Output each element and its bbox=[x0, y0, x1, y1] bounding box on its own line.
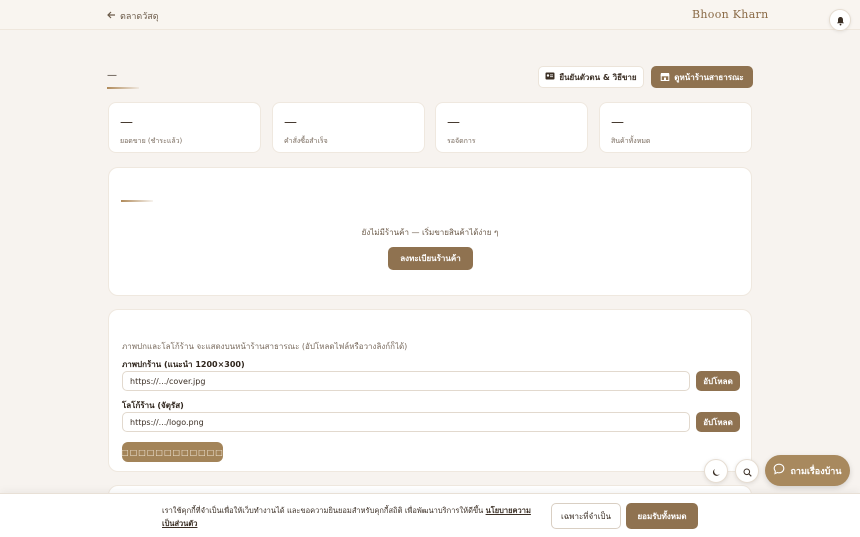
stat-value: — bbox=[447, 115, 460, 130]
stat-label: สินค้าทั้งหมด bbox=[611, 137, 651, 145]
register-shop-button[interactable]: ลงทะเบียนร้านค้า bbox=[388, 247, 473, 270]
stat-card-pending: — รอจัดการ bbox=[435, 102, 588, 153]
cover-label: ภาพปกร้าน (แนะนำ 1200×300) bbox=[122, 360, 245, 369]
section-underline bbox=[121, 200, 153, 202]
view-public-shop-label: ดูหน้าร้านสาธารณะ bbox=[674, 72, 744, 82]
ask-assistant-label: ถามเรื่องบ้าน bbox=[790, 466, 842, 477]
logo-url-input[interactable] bbox=[122, 412, 690, 432]
storefront-icon bbox=[660, 72, 670, 83]
empty-shop-card: ยังไม่มีร้านค้า — เริ่มขายสินค้าได้ง่าย … bbox=[108, 167, 752, 296]
brand-logo[interactable]: Bhoon Kharn bbox=[692, 8, 769, 21]
title-underline bbox=[107, 87, 139, 89]
cookie-text: เราใช้คุกกี้ที่จำเป็นเพื่อให้เว็บทำงานได… bbox=[162, 506, 484, 515]
empty-shop-message: ยังไม่มีร้านค้า — เริ่มขายสินค้าได้ง่าย … bbox=[361, 228, 499, 237]
search-button[interactable] bbox=[735, 459, 759, 483]
search-icon bbox=[743, 462, 752, 481]
stat-card-completed-orders: — คำสั่งซื้อสำเร็จ bbox=[272, 102, 425, 153]
verify-identity-button[interactable]: ยืนยันตัวตน & วิธีขาย bbox=[538, 66, 644, 88]
chat-bubble-icon bbox=[773, 463, 785, 478]
save-media-button[interactable]: □□□□□□□□□□□□ bbox=[121, 442, 223, 462]
moon-icon bbox=[712, 462, 721, 481]
stat-value: — bbox=[611, 115, 624, 130]
page-title: — bbox=[107, 70, 117, 81]
stat-label: คำสั่งซื้อสำเร็จ bbox=[284, 137, 328, 145]
dark-mode-toggle[interactable] bbox=[704, 459, 728, 483]
logo-label: โลโก้ร้าน (จัตุรัส) bbox=[122, 401, 184, 410]
accept-all-button[interactable]: ยอมรับทั้งหมด bbox=[626, 503, 698, 529]
view-public-shop-button[interactable]: ดูหน้าร้านสาธารณะ bbox=[651, 66, 753, 88]
stat-label: รอจัดการ bbox=[447, 137, 476, 145]
top-bar: ตลาดวัสดุ Bhoon Kharn bbox=[0, 0, 860, 30]
media-hint: ภาพปกและโลโก้ร้าน จะแสดงบนหน้าร้านสาธารณ… bbox=[122, 342, 408, 351]
ask-assistant-button[interactable]: ถามเรื่องบ้าน bbox=[765, 455, 850, 486]
upload-cover-button[interactable]: อัปโหลด bbox=[696, 371, 740, 391]
cookie-consent-bar: เราใช้คุกกี้ที่จำเป็นเพื่อให้เว็บทำงานได… bbox=[0, 493, 860, 537]
back-link-label: ตลาดวัสดุ bbox=[120, 12, 159, 22]
verify-identity-label: ยืนยันตัวตน & วิธีขาย bbox=[559, 72, 637, 82]
cover-url-input[interactable] bbox=[122, 371, 690, 391]
back-link[interactable]: ตลาดวัสดุ bbox=[107, 9, 159, 23]
notifications-button[interactable] bbox=[829, 9, 851, 31]
arrow-left-icon bbox=[107, 11, 116, 22]
stat-value: — bbox=[120, 115, 133, 130]
shop-media-card: ภาพปกและโลโก้ร้าน จะแสดงบนหน้าร้านสาธารณ… bbox=[108, 309, 752, 472]
id-card-icon bbox=[545, 72, 555, 82]
stat-card-products: — สินค้าทั้งหมด bbox=[599, 102, 752, 153]
cookie-message: เราใช้คุกกี้ที่จำเป็นเพื่อให้เว็บทำงานได… bbox=[162, 504, 537, 530]
bell-icon bbox=[836, 11, 845, 30]
upload-logo-button[interactable]: อัปโหลด bbox=[696, 412, 740, 432]
stat-card-sales: — ยอดขาย (ชำระแล้ว) bbox=[108, 102, 261, 153]
stat-label: ยอดขาย (ชำระแล้ว) bbox=[120, 137, 183, 145]
essential-only-button[interactable]: เฉพาะที่จำเป็น bbox=[551, 503, 621, 529]
stat-value: — bbox=[284, 115, 297, 130]
